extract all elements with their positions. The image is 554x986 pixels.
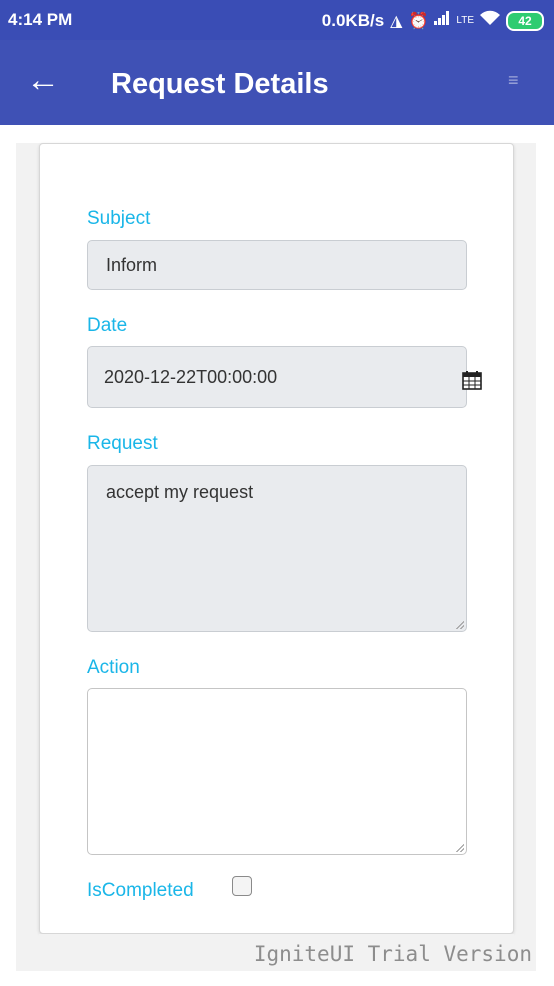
subject-value: Inform (106, 255, 158, 275)
status-icons: 0.0KB/s ◮ ⏰ LTE 42 (322, 10, 544, 31)
calendar-icon[interactable] (462, 370, 482, 390)
subject-field[interactable]: Inform (87, 240, 467, 290)
resize-handle[interactable] (456, 844, 464, 852)
arrow-left-icon[interactable]: ← (26, 60, 60, 100)
date-field[interactable]: 2020-12-22T00:00:00 (87, 346, 467, 408)
status-time: 4:14 PM (8, 10, 73, 29)
wifi-icon (480, 10, 500, 31)
iscompleted-checkbox[interactable] (232, 876, 252, 896)
resize-handle[interactable] (456, 621, 464, 629)
date-label: Date (87, 315, 128, 336)
alarm-off-icon: ⏰ (408, 12, 429, 30)
trial-watermark: IgniteUI Trial Version (253, 942, 532, 966)
volte-icon: LTE (456, 15, 474, 26)
action-label: Action (87, 657, 140, 678)
action-textarea[interactable] (87, 688, 467, 855)
page-title: Request Details (111, 68, 329, 100)
request-textarea[interactable]: accept my request (87, 465, 467, 632)
date-value: 2020-12-22T00:00:00 (104, 367, 278, 387)
net-speed: 0.0KB/s (321, 10, 385, 30)
signal-icon (434, 11, 450, 30)
request-label: Request (87, 433, 158, 454)
iscompleted-label: IsCompleted (87, 880, 194, 901)
subject-label: Subject (87, 208, 151, 229)
battery-indicator: 42 (506, 10, 544, 31)
app-bar: ← Request Details ≡ (0, 40, 554, 125)
status-bar: 4:14 PM 0.0KB/s ◮ ⏰ LTE 42 (0, 0, 554, 40)
menu-icon[interactable]: ≡ (508, 70, 519, 91)
request-value: accept my request (106, 482, 254, 502)
headphones-icon: ◮ (390, 12, 403, 30)
